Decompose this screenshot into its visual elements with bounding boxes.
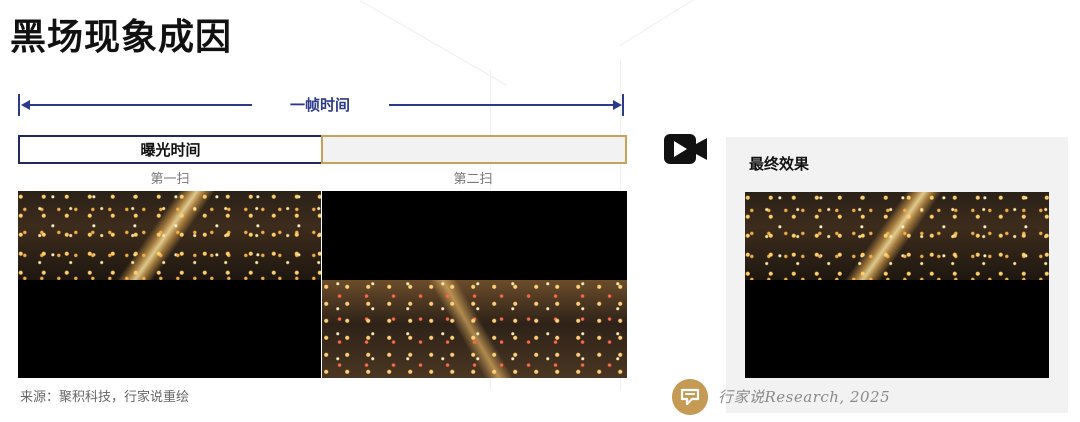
background-decoration [359, 0, 508, 86]
final-effect-title: 最终效果 [749, 155, 810, 173]
arrow-left-line [28, 104, 252, 106]
video-camera-icon [664, 134, 707, 164]
first-scan-label: 第一扫 [150, 172, 190, 187]
brand-logo-icon [672, 379, 708, 415]
page-title: 黑场现象成因 [10, 17, 233, 58]
arrow-left-tick [18, 94, 20, 116]
second-scan-top-blank [322, 191, 627, 280]
arrow-right-line [389, 104, 613, 106]
first-scan-top-image [18, 191, 321, 280]
first-scan-bottom-blank [18, 280, 321, 378]
source-note: 来源：聚积科技，行家说重绘 [20, 390, 190, 405]
frame-time-label: 一帧时间 [289, 96, 350, 114]
second-scan-label: 第二扫 [453, 172, 493, 187]
research-credit: 行家说Research, 2025 [718, 388, 891, 406]
background-decoration [620, 0, 740, 46]
arrow-right-head [613, 100, 622, 110]
idle-time-box [321, 135, 627, 164]
exposure-time-label: 曝光时间 [140, 141, 201, 159]
final-effect-top-image [745, 192, 1049, 280]
arrow-right-tick [622, 94, 624, 116]
final-effect-black-area [745, 280, 1049, 378]
second-scan-bottom-image [322, 280, 627, 378]
exposure-time-box: 曝光时间 [18, 135, 323, 164]
